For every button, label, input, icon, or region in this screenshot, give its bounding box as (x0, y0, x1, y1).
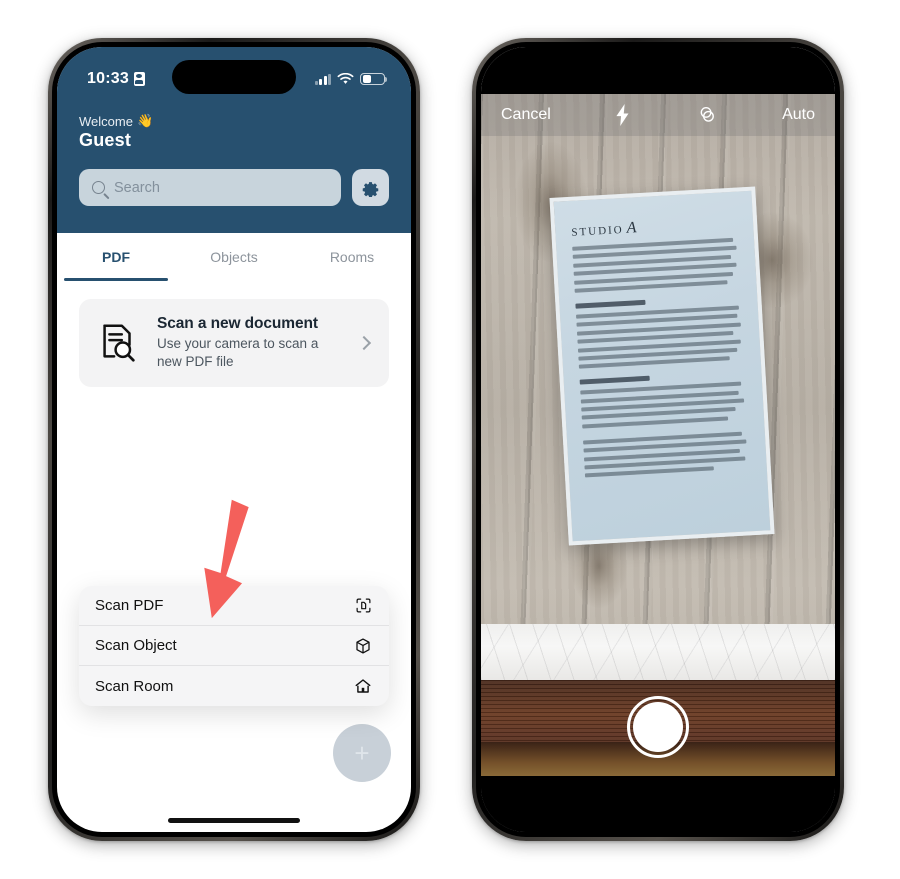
document-paragraph (583, 431, 751, 478)
right-phone-frame: STUDIO A Cancel Auto (472, 38, 844, 841)
shutter-button[interactable] (627, 696, 689, 758)
search-placeholder: Search (114, 179, 160, 196)
camera-live-preview: STUDIO A (481, 94, 835, 776)
document-brand-letter: A (626, 219, 637, 237)
tab-bar: PDF Objects Rooms (57, 233, 411, 281)
document-subheading (575, 299, 646, 309)
scan-card-texts: Scan a new document Use your camera to s… (157, 315, 343, 371)
wifi-icon (337, 72, 354, 84)
search-icon (92, 181, 105, 194)
left-phone-frame: Welcome 👋 Guest Search PDF Objects Rooms… (48, 38, 420, 841)
status-time: 10:33 (87, 70, 129, 87)
camera-toolbar: Cancel Auto (481, 94, 835, 136)
house-icon (353, 676, 373, 696)
document-paragraph (576, 305, 745, 369)
dynamic-island (172, 60, 296, 94)
left-phone-screen: Welcome 👋 Guest Search PDF Objects Rooms… (57, 47, 411, 832)
id-badge-icon (133, 72, 145, 86)
tab-rooms[interactable]: Rooms (293, 233, 411, 281)
auto-mode-button[interactable]: Auto (782, 106, 815, 124)
marble-band (481, 624, 835, 680)
settings-button[interactable] (352, 169, 389, 206)
gear-icon (362, 182, 379, 197)
search-row: Search (79, 169, 389, 206)
menu-item-scan-room[interactable]: Scan Room (79, 666, 389, 706)
color-filter-icon[interactable] (696, 104, 718, 126)
scanned-document-paper: STUDIO A (549, 186, 775, 546)
scan-card-title: Scan a new document (157, 315, 318, 333)
shutter-icon (633, 702, 683, 752)
scan-card-subtitle: Use your camera to scan a new PDF file (157, 336, 319, 369)
flash-bolt-icon[interactable] (615, 104, 631, 126)
plus-icon: + (354, 738, 370, 768)
right-phone-body: STUDIO A Cancel Auto (476, 42, 840, 837)
right-phone-screen: STUDIO A Cancel Auto (481, 47, 835, 832)
add-fab-button[interactable]: + (333, 724, 391, 782)
status-icons (314, 72, 388, 86)
menu-item-scan-room-label: Scan Room (95, 677, 174, 695)
left-phone-body: Welcome 👋 Guest Search PDF Objects Rooms… (52, 42, 416, 837)
document-paragraph (580, 381, 748, 429)
red-arrow-down-icon (204, 499, 249, 619)
document-paragraph (572, 237, 740, 293)
menu-item-scan-object-label: Scan Object (95, 637, 177, 654)
welcome-row: Welcome 👋 (79, 113, 389, 129)
menu-item-scan-object[interactable]: Scan Object (79, 626, 389, 666)
document-subheading (579, 376, 650, 385)
document-brand: STUDIO A (571, 214, 738, 241)
cellular-signal-icon (314, 73, 331, 85)
camera-scanner-view: STUDIO A Cancel Auto (481, 47, 835, 832)
chevron-right-icon (356, 335, 372, 351)
document-viewfinder-icon (353, 596, 373, 616)
cancel-button[interactable]: Cancel (501, 106, 551, 124)
tab-objects[interactable]: Objects (175, 233, 293, 281)
document-search-icon (103, 324, 135, 362)
tab-pdf[interactable]: PDF (57, 233, 175, 281)
tab-rooms-label: Rooms (329, 249, 375, 265)
battery-icon (360, 72, 388, 86)
search-input[interactable]: Search (79, 169, 341, 206)
cube-box-icon (353, 636, 373, 656)
user-name: Guest (79, 130, 132, 150)
tab-pdf-label: PDF (102, 249, 130, 265)
home-indicator (168, 818, 300, 823)
screenshot-stage: Welcome 👋 Guest Search PDF Objects Rooms… (0, 0, 900, 879)
wave-emoji-icon: 👋 (136, 113, 154, 128)
camera-bottom-bar (481, 776, 835, 832)
welcome-label: Welcome (79, 113, 133, 129)
scan-new-document-card[interactable]: Scan a new document Use your camera to s… (79, 299, 389, 387)
menu-item-scan-pdf-label: Scan PDF (95, 597, 164, 614)
tab-objects-label: Objects (210, 249, 258, 265)
document-brand-prefix: STUDIO (571, 223, 625, 239)
status-time-group: 10:33 (87, 70, 145, 88)
